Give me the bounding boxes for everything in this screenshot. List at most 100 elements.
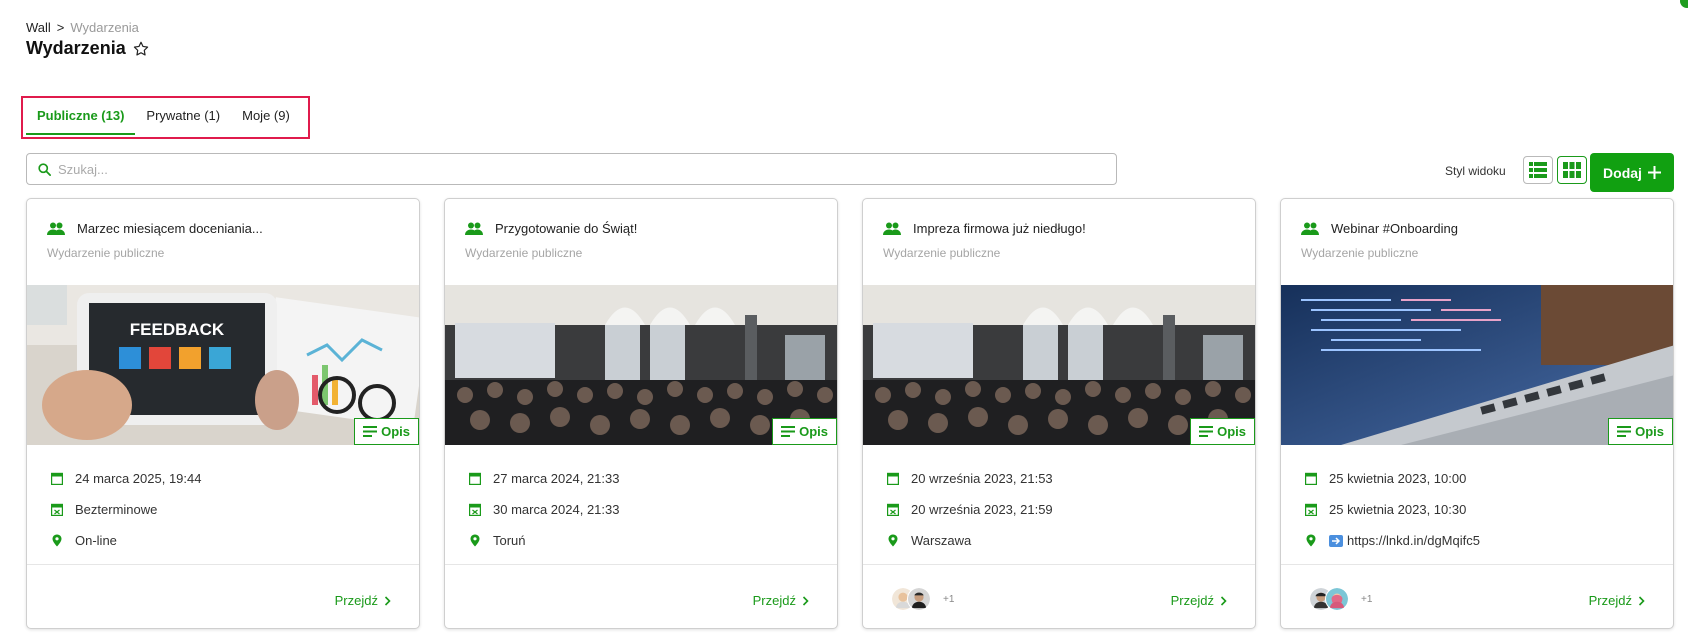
event-image[interactable]: FEEDBACK Opis — [27, 285, 419, 445]
group-icon — [1301, 222, 1319, 235]
go-label: Przejdź — [1170, 593, 1214, 608]
list-view-button[interactable] — [1523, 156, 1553, 184]
tab-prywatne[interactable]: Prywatne (1) — [135, 98, 231, 135]
go-to-event-link[interactable]: Przejdź — [1171, 593, 1227, 608]
description-icon — [781, 426, 796, 437]
description-label: Opis — [1635, 424, 1664, 439]
group-icon — [47, 222, 65, 235]
event-start: 20 września 2023, 21:53 — [911, 471, 1053, 486]
event-end: Bezterminowe — [75, 502, 158, 517]
calendar-end-icon — [469, 503, 481, 516]
avatar — [907, 587, 931, 611]
event-title[interactable]: Marzec miesiącem doceniania... — [77, 221, 263, 236]
calendar-start-icon — [469, 472, 481, 485]
event-details: 25 kwietnia 2023, 10:00 25 kwietnia 2023… — [1281, 445, 1673, 565]
calendar-start-icon — [1305, 472, 1317, 485]
calendar-end-icon — [887, 503, 899, 516]
go-to-event-link[interactable]: Przejdź — [1589, 593, 1645, 608]
avatar — [1325, 587, 1349, 611]
event-end: 20 września 2023, 21:59 — [911, 502, 1053, 517]
go-to-event-link[interactable]: Przejdź — [753, 593, 809, 608]
grid-view-icon — [1563, 162, 1581, 178]
description-label: Opis — [799, 424, 828, 439]
event-title[interactable]: Webinar #Onboarding — [1331, 221, 1458, 236]
group-icon — [465, 222, 483, 235]
event-type: Wydarzenie publiczne — [883, 246, 1001, 260]
add-button-label: Dodaj — [1603, 164, 1642, 181]
event-title[interactable]: Impreza firmowa już niedługo! — [913, 221, 1086, 236]
chevron-right-icon — [1638, 595, 1645, 606]
calendar-end-icon — [51, 503, 63, 516]
event-image[interactable]: Opis — [1281, 285, 1673, 445]
page-title-row: Wydarzenia — [26, 38, 150, 59]
description-button[interactable]: Opis — [354, 418, 419, 445]
search-icon — [38, 162, 51, 176]
tabs: Publiczne (13) Prywatne (1) Moje (9) — [26, 98, 301, 135]
description-button[interactable]: Opis — [1608, 418, 1673, 445]
event-details: 24 marca 2025, 19:44 Bezterminowe On-lin… — [27, 445, 419, 565]
event-card[interactable]: Marzec miesiącem doceniania... Wydarzeni… — [26, 198, 420, 629]
grid-view-button[interactable] — [1557, 156, 1587, 184]
description-label: Opis — [381, 424, 410, 439]
calendar-start-icon — [51, 472, 63, 485]
event-location: Warszawa — [911, 533, 972, 548]
list-view-icon — [1529, 162, 1547, 178]
search-box — [26, 153, 1117, 185]
event-details: 20 września 2023, 21:53 20 września 2023… — [863, 445, 1255, 565]
tab-moje[interactable]: Moje (9) — [231, 98, 301, 135]
chevron-right-icon — [1220, 595, 1227, 606]
event-type: Wydarzenie publiczne — [47, 246, 165, 260]
go-to-event-link[interactable]: Przejdź — [335, 593, 391, 608]
arrow-right-emoji-icon — [1329, 534, 1343, 547]
go-label: Przejdź — [334, 593, 378, 608]
group-icon — [883, 222, 901, 235]
description-icon — [1617, 426, 1632, 437]
event-card[interactable]: Impreza firmowa już niedługo! Wydarzenie… — [862, 198, 1256, 629]
breadcrumb-separator: > — [56, 20, 65, 35]
search-input[interactable] — [58, 161, 1058, 177]
breadcrumb: Wall > Wydarzenia — [26, 20, 139, 35]
tab-publiczne[interactable]: Publiczne (13) — [26, 98, 136, 135]
event-title[interactable]: Przygotowanie do Świąt! — [495, 221, 637, 236]
event-location: Toruń — [493, 533, 526, 548]
event-card[interactable]: Webinar #Onboarding Wydarzenie publiczne — [1280, 198, 1674, 629]
event-details: 27 marca 2024, 21:33 30 marca 2024, 21:3… — [445, 445, 837, 565]
event-image[interactable]: Opis — [445, 285, 837, 445]
participants-extra-count: +1 — [943, 593, 955, 605]
view-style-label: Styl widoku — [1445, 164, 1506, 178]
svg-text:FEEDBACK: FEEDBACK — [130, 320, 225, 339]
event-location-link[interactable]: https://lnkd.in/dgMqifc5 — [1347, 533, 1480, 548]
description-label: Opis — [1217, 424, 1246, 439]
location-pin-icon — [1306, 534, 1316, 547]
location-pin-icon — [888, 534, 898, 547]
event-card[interactable]: Przygotowanie do Świąt! Wydarzenie publi… — [444, 198, 838, 629]
page-title: Wydarzenia — [26, 38, 126, 58]
description-icon — [1199, 426, 1214, 437]
event-start: 24 marca 2025, 19:44 — [75, 471, 202, 486]
event-start: 25 kwietnia 2023, 10:00 — [1329, 471, 1467, 486]
star-icon[interactable] — [132, 40, 150, 58]
participants[interactable]: +1 — [891, 587, 954, 611]
go-label: Przejdź — [1588, 593, 1632, 608]
description-button[interactable]: Opis — [772, 418, 837, 445]
description-button[interactable]: Opis — [1190, 418, 1255, 445]
event-end: 30 marca 2024, 21:33 — [493, 502, 620, 517]
event-end: 25 kwietnia 2023, 10:30 — [1329, 502, 1467, 517]
event-image[interactable]: Opis — [863, 285, 1255, 445]
participants-extra-count: +1 — [1361, 593, 1373, 605]
location-pin-icon — [470, 534, 480, 547]
status-indicator — [1680, 0, 1688, 8]
chevron-right-icon — [802, 595, 809, 606]
add-event-button[interactable]: Dodaj — [1590, 153, 1674, 192]
event-type: Wydarzenie publiczne — [1301, 246, 1419, 260]
participants[interactable]: +1 — [1309, 587, 1372, 611]
event-type: Wydarzenie publiczne — [465, 246, 583, 260]
description-icon — [363, 426, 378, 437]
plus-icon — [1647, 166, 1661, 179]
breadcrumb-wall-link[interactable]: Wall — [26, 20, 51, 35]
go-label: Przejdź — [752, 593, 796, 608]
chevron-right-icon — [384, 595, 391, 606]
calendar-end-icon — [1305, 503, 1317, 516]
event-location: On-line — [75, 533, 117, 548]
calendar-start-icon — [887, 472, 899, 485]
